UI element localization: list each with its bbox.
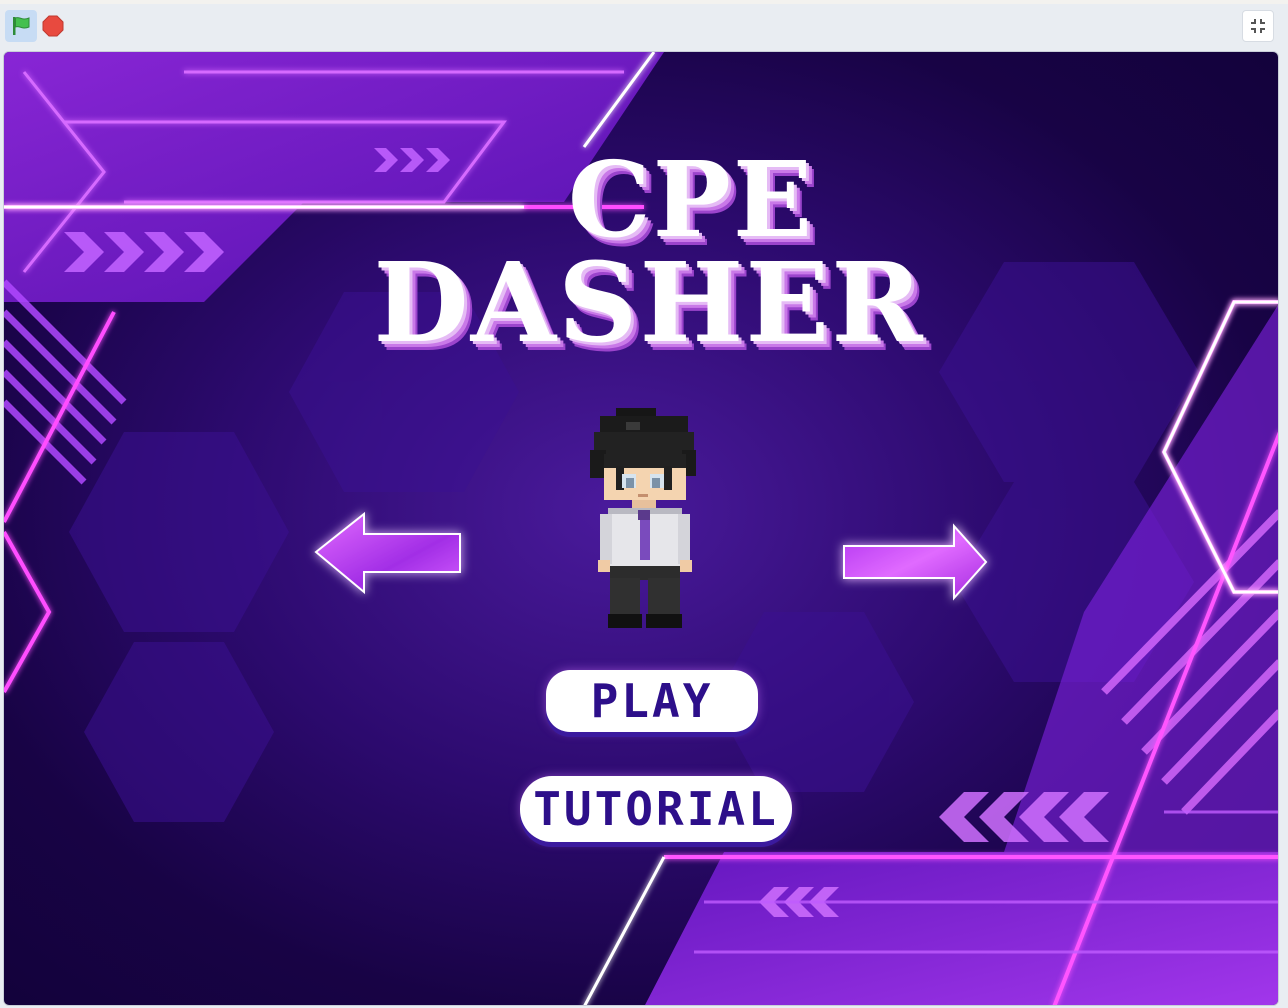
game-title-line-2: DASHER	[373, 238, 925, 367]
game-stage[interactable]: CPE DASHER PLAY TUTORIAL	[3, 51, 1279, 1006]
tutorial-button[interactable]: TUTORIAL	[520, 776, 792, 842]
left-arrow-icon[interactable]	[304, 500, 474, 610]
green-flag-button[interactable]	[5, 10, 37, 42]
toolbar-top-strip	[0, 0, 1288, 4]
player-character-sprite	[590, 408, 696, 628]
exit-fullscreen-button[interactable]	[1242, 10, 1274, 42]
stage-toolbar	[0, 0, 1288, 50]
stop-sign-icon	[42, 15, 64, 37]
exit-fullscreen-icon	[1251, 19, 1265, 33]
green-flag-icon	[13, 17, 30, 35]
stop-button[interactable]	[42, 15, 64, 37]
game-title-line-1: CPE	[567, 138, 815, 261]
play-button[interactable]: PLAY	[546, 670, 758, 732]
right-arrow-icon[interactable]	[830, 510, 1002, 620]
